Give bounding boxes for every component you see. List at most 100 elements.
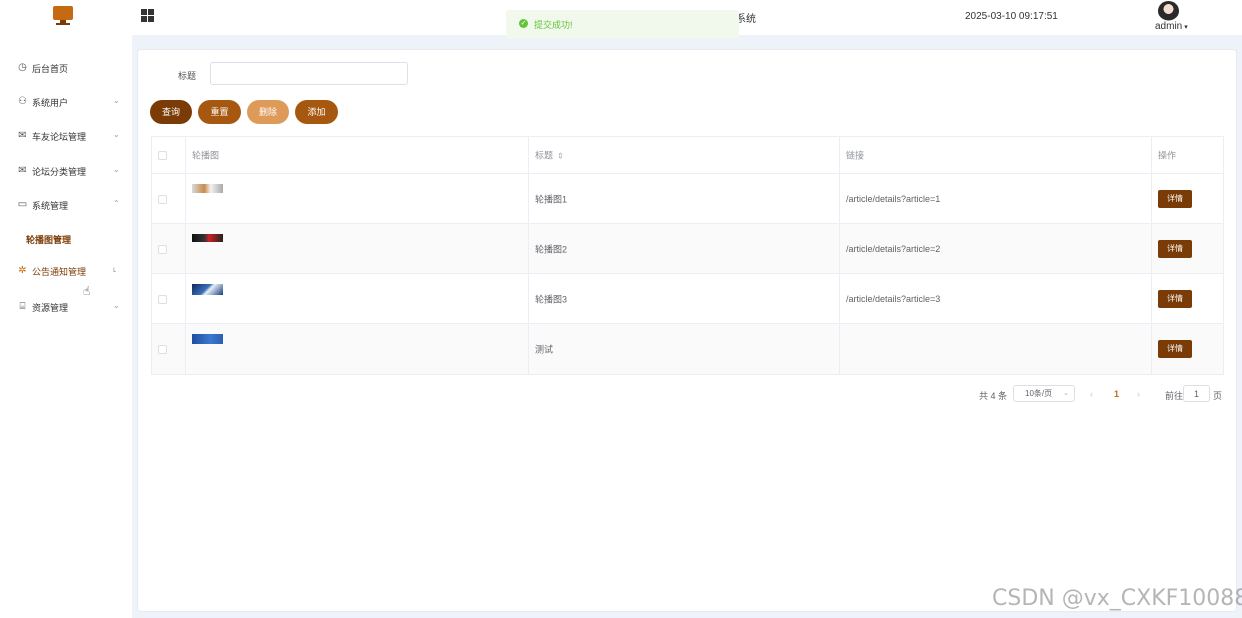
table-row: 轮播图1 /article/details?article=1 详情 bbox=[152, 174, 1223, 224]
table-row: 测试 详情 bbox=[152, 324, 1223, 374]
chevron-down-icon: ⌄ bbox=[113, 130, 120, 139]
user-avatar[interactable] bbox=[1158, 1, 1179, 21]
sidebar-item-carousel[interactable]: 轮播图管理 bbox=[26, 233, 71, 246]
sort-icon[interactable]: ⇕ bbox=[557, 152, 564, 161]
system-title: 系统 bbox=[736, 14, 756, 25]
sidebar-item-announcement[interactable]: ✲ 公告通知管理 ʟ bbox=[0, 260, 132, 282]
cell-image bbox=[186, 174, 529, 223]
menu-toggle-grid-icon[interactable] bbox=[141, 9, 154, 22]
carousel-thumbnail bbox=[192, 184, 223, 193]
column-header: 链接 bbox=[846, 150, 865, 161]
next-page-button[interactable]: › bbox=[1137, 389, 1140, 399]
row-checkbox[interactable] bbox=[158, 244, 167, 254]
folder-icon: ▭ bbox=[17, 199, 28, 210]
box-icon: ⌸ bbox=[19, 301, 26, 312]
row-title: 轮播图3 bbox=[535, 294, 568, 304]
select-all-checkbox[interactable] bbox=[158, 151, 167, 160]
sidebar-item-forum-category[interactable]: ✉ 论坛分类管理 ⌄ bbox=[0, 160, 132, 182]
success-toast: ✓ 提交成功! bbox=[506, 10, 739, 39]
sidebar: ◷ 后台首页 ⚇ 系统用户 ⌄ ✉ 车友论坛管理 ⌄ ✉ 论坛分类管理 ⌄ ▭ … bbox=[0, 35, 132, 618]
page-size-value: 10条/页 bbox=[1025, 389, 1053, 398]
chevron-down-icon: ⌄ bbox=[1063, 390, 1069, 397]
mail-icon: ✉ bbox=[18, 130, 27, 141]
sidebar-item-system-management[interactable]: ▭ 系统管理 ⌃ bbox=[0, 194, 132, 216]
header-image: 轮播图 bbox=[186, 137, 529, 173]
row-checkbox[interactable] bbox=[158, 294, 167, 304]
cell-select bbox=[152, 274, 186, 323]
hand-pointer-icon: ☝ bbox=[83, 284, 91, 298]
column-header: 轮播图 bbox=[192, 150, 220, 161]
sidebar-item-label: 系统管理 bbox=[32, 201, 69, 211]
sidebar-item-resources[interactable]: ⌸ 资源管理 ⌄ bbox=[0, 296, 132, 318]
header-link: 链接 bbox=[840, 137, 1152, 173]
chevron-down-icon: ⌄ bbox=[113, 165, 120, 174]
sidebar-item-system-users[interactable]: ⚇ 系统用户 ⌄ bbox=[0, 91, 132, 113]
cell-select bbox=[152, 224, 186, 273]
user-menu[interactable]: admin ▾ bbox=[1155, 21, 1188, 32]
row-checkbox[interactable] bbox=[158, 345, 167, 354]
goto-page-input[interactable] bbox=[1183, 385, 1210, 402]
cell-action: 详情 bbox=[1152, 324, 1223, 374]
loading-icon: ✲ bbox=[18, 265, 27, 276]
detail-button[interactable]: 详情 bbox=[1158, 289, 1192, 308]
sidebar-item-forum[interactable]: ✉ 车友论坛管理 ⌄ bbox=[0, 125, 132, 147]
table-row: 轮播图3 /article/details?article=3 详情 bbox=[152, 274, 1223, 324]
table-row: 轮播图2 /article/details?article=2 详情 bbox=[152, 224, 1223, 274]
cell-select bbox=[152, 174, 186, 223]
chevron-up-icon: ⌃ bbox=[113, 199, 120, 208]
cell-title: 轮播图2 bbox=[529, 224, 840, 273]
row-title: 轮播图2 bbox=[535, 244, 568, 254]
detail-button[interactable]: 详情 bbox=[1158, 189, 1192, 208]
title-search-input[interactable] bbox=[210, 62, 408, 85]
row-checkbox[interactable] bbox=[158, 194, 167, 204]
cell-image bbox=[186, 274, 529, 323]
cell-title: 轮播图1 bbox=[529, 174, 840, 223]
header-select bbox=[152, 137, 186, 173]
row-link: /article/details?article=3 bbox=[846, 293, 941, 304]
detail-button[interactable]: 详情 bbox=[1158, 340, 1192, 358]
reset-button[interactable]: 重置 bbox=[198, 100, 241, 124]
monitor-logo-icon bbox=[53, 6, 73, 25]
cell-title: 测试 bbox=[529, 324, 840, 374]
chevron-down-icon: ⌄ bbox=[113, 301, 120, 310]
cell-select bbox=[152, 324, 186, 374]
sidebar-item-label: 系统用户 bbox=[32, 98, 69, 108]
user-icon: ⚇ bbox=[18, 96, 27, 107]
delete-button[interactable]: 删除 bbox=[247, 100, 289, 124]
sidebar-item-label: 后台首页 bbox=[32, 64, 69, 74]
current-datetime: 2025-03-10 09:17:51 bbox=[965, 11, 1058, 22]
add-button[interactable]: 添加 bbox=[295, 100, 338, 124]
goto-label: 前往 bbox=[1165, 391, 1184, 401]
cell-action: 详情 bbox=[1152, 174, 1223, 223]
sidebar-item-dashboard[interactable]: ◷ 后台首页 bbox=[0, 57, 132, 79]
cell-title: 轮播图3 bbox=[529, 274, 840, 323]
cell-link: /article/details?article=3 bbox=[840, 274, 1152, 323]
page-size-select[interactable]: 10条/页 ⌄ bbox=[1013, 385, 1075, 402]
table-header-row: 轮播图 标题 ⇕ 链接 操作 bbox=[152, 137, 1223, 174]
query-button[interactable]: 查询 bbox=[150, 100, 192, 124]
caret-down-icon: ▾ bbox=[1184, 24, 1188, 31]
page-number-current[interactable]: 1 bbox=[1114, 389, 1119, 399]
column-header: 操作 bbox=[1158, 150, 1177, 161]
detail-button[interactable]: 详情 bbox=[1158, 239, 1192, 258]
row-title: 测试 bbox=[535, 344, 554, 355]
carousel-table: 轮播图 标题 ⇕ 链接 操作 轮播图1 /article/details?arti… bbox=[151, 136, 1224, 375]
chevron-down-icon: ʟ bbox=[113, 265, 117, 274]
cell-link: /article/details?article=1 bbox=[840, 174, 1152, 223]
cell-image bbox=[186, 224, 529, 273]
carousel-thumbnail bbox=[192, 284, 223, 295]
prev-page-button[interactable]: ‹ bbox=[1090, 389, 1093, 399]
mail-icon: ✉ bbox=[18, 165, 27, 176]
sidebar-item-label: 公告通知管理 bbox=[32, 267, 87, 277]
sidebar-item-label: 车友论坛管理 bbox=[32, 132, 87, 142]
chevron-down-icon: ⌄ bbox=[113, 96, 120, 105]
row-link: /article/details?article=1 bbox=[846, 193, 941, 204]
row-link: /article/details?article=2 bbox=[846, 243, 941, 254]
clock-icon: ◷ bbox=[18, 62, 27, 73]
toast-message: 提交成功! bbox=[534, 20, 573, 30]
column-header: 标题 bbox=[535, 150, 554, 161]
sidebar-item-label: 资源管理 bbox=[32, 303, 69, 313]
header-title[interactable]: 标题 ⇕ bbox=[529, 137, 840, 173]
watermark: CSDN @vx_CXKF10088 bbox=[992, 586, 1242, 611]
cell-link bbox=[840, 324, 1152, 374]
